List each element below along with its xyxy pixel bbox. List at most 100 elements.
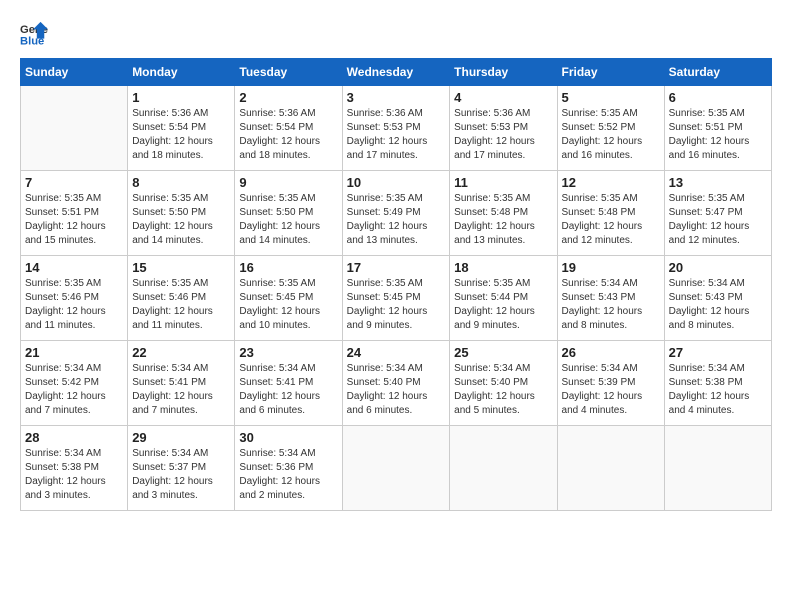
calendar-cell <box>450 426 557 511</box>
calendar-cell: 29 Sunrise: 5:34 AM Sunset: 5:37 PM Dayli… <box>128 426 235 511</box>
day-info: Sunrise: 5:34 AM Sunset: 5:39 PM Dayligh… <box>562 362 660 418</box>
day-number: 15 <box>132 260 230 275</box>
day-number: 13 <box>669 175 767 190</box>
calendar-cell: 10Sunrise: 5:35 AM Sunset: 5:49 PM Dayli… <box>342 171 450 256</box>
day-number: 6 <box>669 90 767 105</box>
day-number: 3 <box>347 90 446 105</box>
calendar-cell: 14 Sunrise: 5:35 AM Sunset: 5:46 PM Dayli… <box>21 256 128 341</box>
calendar-cell: 23 Sunrise: 5:34 AM Sunset: 5:41 PM Dayli… <box>235 341 342 426</box>
day-number: 8 <box>132 175 230 190</box>
day-info: Sunrise: 5:35 AM Sunset: 5:46 PM Dayligh… <box>25 277 123 333</box>
week-row-3: 14 Sunrise: 5:35 AM Sunset: 5:46 PM Dayli… <box>21 256 772 341</box>
calendar-cell: 9 Sunrise: 5:35 AM Sunset: 5:50 PM Daylig… <box>235 171 342 256</box>
calendar-cell: 4 Sunrise: 5:36 AM Sunset: 5:53 PM Daylig… <box>450 86 557 171</box>
day-info: Sunrise: 5:36 AM Sunset: 5:54 PM Dayligh… <box>239 107 337 163</box>
day-number: 14 <box>25 260 123 275</box>
day-info: Sunrise: 5:35 AM Sunset: 5:45 PM Dayligh… <box>239 277 337 333</box>
day-number: 27 <box>669 345 767 360</box>
day-number: 11 <box>454 175 552 190</box>
calendar-cell: 28 Sunrise: 5:34 AM Sunset: 5:38 PM Dayli… <box>21 426 128 511</box>
calendar-cell: 24 Sunrise: 5:34 AM Sunset: 5:40 PM Dayli… <box>342 341 450 426</box>
column-header-monday: Monday <box>128 59 235 86</box>
day-info: Sunrise: 5:35 AM Sunset: 5:52 PM Dayligh… <box>562 107 660 163</box>
calendar-cell: 13Sunrise: 5:35 AM Sunset: 5:47 PM Dayli… <box>664 171 771 256</box>
day-number: 29 <box>132 430 230 445</box>
calendar-cell: 15 Sunrise: 5:35 AM Sunset: 5:46 PM Dayli… <box>128 256 235 341</box>
calendar-cell: 8 Sunrise: 5:35 AM Sunset: 5:50 PM Daylig… <box>128 171 235 256</box>
day-number: 30 <box>239 430 337 445</box>
week-row-4: 21 Sunrise: 5:34 AM Sunset: 5:42 PM Dayli… <box>21 341 772 426</box>
day-number: 10 <box>347 175 446 190</box>
day-info: Sunrise: 5:35 AM Sunset: 5:50 PM Dayligh… <box>239 192 337 248</box>
day-info: Sunrise: 5:34 AM Sunset: 5:40 PM Dayligh… <box>454 362 552 418</box>
calendar-cell: 20 Sunrise: 5:34 AM Sunset: 5:43 PM Dayli… <box>664 256 771 341</box>
column-header-saturday: Saturday <box>664 59 771 86</box>
day-number: 22 <box>132 345 230 360</box>
day-number: 26 <box>562 345 660 360</box>
calendar-cell: 12 Sunrise: 5:35 AM Sunset: 5:48 PM Dayli… <box>557 171 664 256</box>
day-info: Sunrise: 5:34 AM Sunset: 5:41 PM Dayligh… <box>239 362 337 418</box>
day-number: 28 <box>25 430 123 445</box>
column-header-thursday: Thursday <box>450 59 557 86</box>
day-info: Sunrise: 5:34 AM Sunset: 5:41 PM Dayligh… <box>132 362 230 418</box>
week-row-1: 1 Sunrise: 5:36 AM Sunset: 5:54 PM Daylig… <box>21 86 772 171</box>
calendar-cell: 18 Sunrise: 5:35 AM Sunset: 5:44 PM Dayli… <box>450 256 557 341</box>
calendar-cell: 11 Sunrise: 5:35 AM Sunset: 5:48 PM Dayli… <box>450 171 557 256</box>
logo: General Blue <box>20 20 52 48</box>
column-header-tuesday: Tuesday <box>235 59 342 86</box>
day-info: Sunrise: 5:34 AM Sunset: 5:36 PM Dayligh… <box>239 447 337 503</box>
column-header-friday: Friday <box>557 59 664 86</box>
calendar-cell <box>21 86 128 171</box>
week-row-2: 7 Sunrise: 5:35 AM Sunset: 5:51 PM Daylig… <box>21 171 772 256</box>
day-number: 24 <box>347 345 446 360</box>
page-header: General Blue <box>20 20 772 48</box>
day-info: Sunrise: 5:35 AM Sunset: 5:44 PM Dayligh… <box>454 277 552 333</box>
day-number: 17 <box>347 260 446 275</box>
day-number: 9 <box>239 175 337 190</box>
calendar-cell <box>557 426 664 511</box>
day-info: Sunrise: 5:34 AM Sunset: 5:40 PM Dayligh… <box>347 362 446 418</box>
day-info: Sunrise: 5:34 AM Sunset: 5:38 PM Dayligh… <box>669 362 767 418</box>
day-info: Sunrise: 5:34 AM Sunset: 5:38 PM Dayligh… <box>25 447 123 503</box>
day-number: 23 <box>239 345 337 360</box>
calendar-cell: 7 Sunrise: 5:35 AM Sunset: 5:51 PM Daylig… <box>21 171 128 256</box>
day-info: Sunrise: 5:35 AM Sunset: 5:48 PM Dayligh… <box>454 192 552 248</box>
day-number: 4 <box>454 90 552 105</box>
week-row-5: 28 Sunrise: 5:34 AM Sunset: 5:38 PM Dayli… <box>21 426 772 511</box>
calendar-cell <box>664 426 771 511</box>
day-number: 1 <box>132 90 230 105</box>
calendar-cell: 16 Sunrise: 5:35 AM Sunset: 5:45 PM Dayli… <box>235 256 342 341</box>
calendar-cell: 19Sunrise: 5:34 AM Sunset: 5:43 PM Dayli… <box>557 256 664 341</box>
day-info: Sunrise: 5:36 AM Sunset: 5:53 PM Dayligh… <box>454 107 552 163</box>
day-number: 5 <box>562 90 660 105</box>
calendar-cell <box>342 426 450 511</box>
day-info: Sunrise: 5:35 AM Sunset: 5:46 PM Dayligh… <box>132 277 230 333</box>
day-number: 7 <box>25 175 123 190</box>
day-number: 16 <box>239 260 337 275</box>
day-info: Sunrise: 5:35 AM Sunset: 5:45 PM Dayligh… <box>347 277 446 333</box>
day-number: 12 <box>562 175 660 190</box>
calendar-cell: 17 Sunrise: 5:35 AM Sunset: 5:45 PM Dayli… <box>342 256 450 341</box>
day-number: 18 <box>454 260 552 275</box>
calendar-cell: 1 Sunrise: 5:36 AM Sunset: 5:54 PM Daylig… <box>128 86 235 171</box>
calendar-cell: 30 Sunrise: 5:34 AM Sunset: 5:36 PM Dayli… <box>235 426 342 511</box>
day-info: Sunrise: 5:35 AM Sunset: 5:50 PM Dayligh… <box>132 192 230 248</box>
day-info: Sunrise: 5:35 AM Sunset: 5:51 PM Dayligh… <box>669 107 767 163</box>
calendar-cell: 25Sunrise: 5:34 AM Sunset: 5:40 PM Dayli… <box>450 341 557 426</box>
day-info: Sunrise: 5:35 AM Sunset: 5:48 PM Dayligh… <box>562 192 660 248</box>
day-number: 21 <box>25 345 123 360</box>
day-info: Sunrise: 5:36 AM Sunset: 5:54 PM Dayligh… <box>132 107 230 163</box>
calendar-cell: 2 Sunrise: 5:36 AM Sunset: 5:54 PM Daylig… <box>235 86 342 171</box>
day-info: Sunrise: 5:34 AM Sunset: 5:43 PM Dayligh… <box>669 277 767 333</box>
day-info: Sunrise: 5:36 AM Sunset: 5:53 PM Dayligh… <box>347 107 446 163</box>
logo-icon: General Blue <box>20 20 48 48</box>
day-info: Sunrise: 5:34 AM Sunset: 5:42 PM Dayligh… <box>25 362 123 418</box>
calendar-cell: 21 Sunrise: 5:34 AM Sunset: 5:42 PM Dayli… <box>21 341 128 426</box>
calendar-cell: 27 Sunrise: 5:34 AM Sunset: 5:38 PM Dayli… <box>664 341 771 426</box>
day-number: 2 <box>239 90 337 105</box>
calendar-cell: 26 Sunrise: 5:34 AM Sunset: 5:39 PM Dayli… <box>557 341 664 426</box>
day-number: 20 <box>669 260 767 275</box>
day-info: Sunrise: 5:35 AM Sunset: 5:51 PM Dayligh… <box>25 192 123 248</box>
calendar-table: SundayMondayTuesdayWednesdayThursdayFrid… <box>20 58 772 511</box>
day-info: Sunrise: 5:34 AM Sunset: 5:37 PM Dayligh… <box>132 447 230 503</box>
